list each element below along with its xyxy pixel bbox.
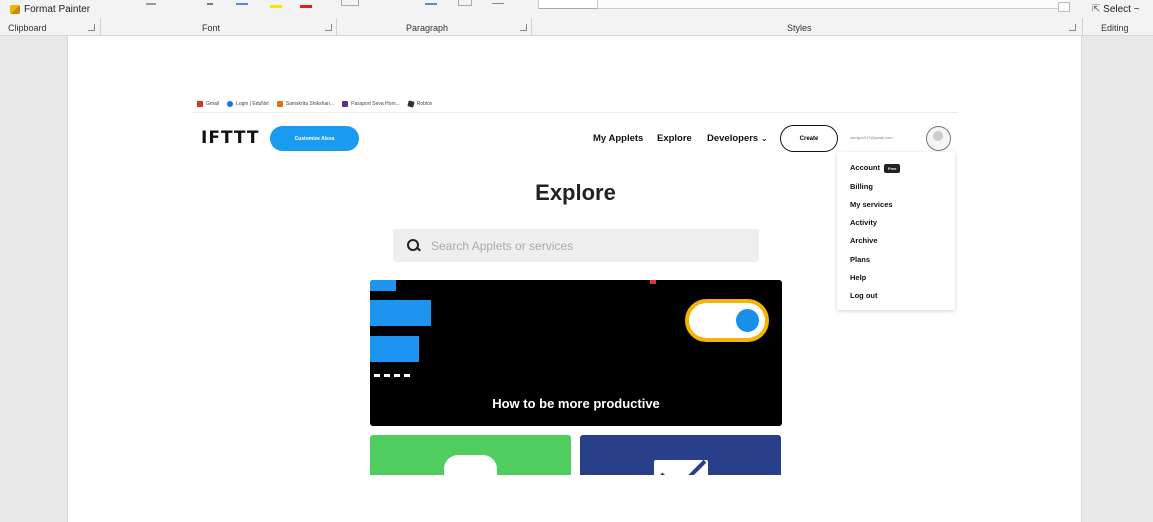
- group-label-font: Font: [202, 23, 221, 33]
- service-icon: [444, 455, 497, 475]
- toggle-illustration-icon: [685, 299, 769, 342]
- group-divider: [531, 18, 532, 36]
- dropdown-item-activity: Activity: [850, 218, 878, 227]
- account-dropdown: Account Free Billing My services Activity…: [837, 152, 955, 310]
- user-email: studypc017@gmail.com: [850, 135, 893, 140]
- dialog-launcher-icon[interactable]: [88, 24, 95, 31]
- paragraph-control[interactable]: [458, 0, 472, 6]
- nav-explore: Explore: [657, 133, 692, 144]
- page-title: Explore: [535, 180, 616, 205]
- gmail-icon: [197, 100, 203, 107]
- font-color-control[interactable]: [236, 3, 248, 9]
- decorative-block: [370, 336, 419, 362]
- font-format-button[interactable]: [207, 3, 213, 9]
- search-placeholder: Search Applets or services: [431, 238, 574, 253]
- group-label-styles: Styles: [787, 23, 812, 33]
- group-label-editing: Editing: [1101, 23, 1129, 33]
- search-input: Search Applets or services: [393, 229, 759, 262]
- dropdown-item-help: Help: [850, 273, 867, 282]
- styles-gallery[interactable]: [598, 0, 1068, 9]
- featured-collection-card: How to be more productive: [370, 280, 782, 426]
- select-button[interactable]: ⇱ Select ~: [1092, 4, 1140, 15]
- dots-decoration: [374, 374, 410, 377]
- text-color-icon[interactable]: [300, 5, 312, 8]
- email-icon: [654, 460, 708, 475]
- select-icon: ⇱: [1092, 4, 1101, 15]
- group-label-paragraph: Paragraph: [406, 23, 449, 33]
- free-badge: Free: [884, 163, 901, 173]
- ribbon: Format Painter ⇱ Select ~ Clipboard Font…: [0, 0, 1153, 36]
- decorative-block: [650, 280, 656, 284]
- bookmarks-bar: Gmail Login | EduNxt Samskrita Shikshan.…: [193, 95, 958, 113]
- decorative-block: [370, 300, 431, 326]
- service-tile-blue: [580, 435, 781, 475]
- shading-button[interactable]: [341, 0, 359, 6]
- styles-gallery[interactable]: [538, 0, 598, 9]
- ribbon-group-labels: Clipboard Font Paragraph Styles Editing: [0, 18, 1153, 36]
- highlight-color-icon[interactable]: [270, 5, 282, 8]
- edunxt-icon: [227, 100, 234, 107]
- dialog-launcher-icon[interactable]: [1069, 24, 1076, 31]
- customize-alexa-button: Customize Alexa: [270, 126, 359, 151]
- samskrita-icon: [276, 100, 283, 107]
- group-label-clipboard: Clipboard: [8, 23, 47, 33]
- create-button: Create: [780, 125, 838, 152]
- paragraph-control[interactable]: [492, 3, 504, 9]
- font-size-control[interactable]: [146, 3, 156, 9]
- dropdown-item-account: Account Free: [850, 163, 901, 173]
- dropdown-item-archive: Archive: [850, 236, 878, 245]
- featured-card-title: How to be more productive: [492, 396, 660, 411]
- passport-icon: [342, 100, 349, 107]
- group-divider: [100, 18, 101, 36]
- decorative-block: [370, 280, 396, 291]
- styles-more-button[interactable]: [1058, 2, 1070, 12]
- dropdown-item-plans: Plans: [850, 255, 871, 264]
- nav-developers: Developers ⌄: [707, 133, 768, 144]
- dropdown-item-log-out: Log out: [850, 291, 878, 300]
- ribbon-commands: Format Painter ⇱ Select ~: [0, 0, 1153, 20]
- service-tile-green: [370, 435, 571, 475]
- bookmark-samskrita: Samskrita Shikshan...: [276, 100, 334, 107]
- paintbrush-icon: [10, 5, 20, 14]
- roblox-icon: [407, 99, 415, 108]
- avatar: [926, 126, 951, 151]
- search-icon: [407, 238, 421, 253]
- bookmark-passport: Passport Seva Hom...: [342, 100, 400, 107]
- dialog-launcher-icon[interactable]: [520, 24, 527, 31]
- borders-button[interactable]: [425, 3, 437, 9]
- bookmark-roblox: Roblox: [407, 99, 432, 108]
- dialog-launcher-icon[interactable]: [325, 24, 332, 31]
- group-divider: [336, 18, 337, 36]
- chevron-down-icon: ⌄: [760, 134, 768, 143]
- embedded-screenshot: Gmail Login | EduNxt Samskrita Shikshan.…: [193, 95, 958, 475]
- format-painter-button[interactable]: Format Painter: [10, 4, 90, 15]
- nav-my-applets: My Applets: [593, 133, 644, 144]
- ifttt-logo: IFTTT: [201, 128, 260, 148]
- group-divider: [1082, 18, 1083, 36]
- bookmark-gmail: Gmail: [197, 100, 219, 107]
- bookmark-edunxt: Login | EduNxt: [227, 100, 269, 107]
